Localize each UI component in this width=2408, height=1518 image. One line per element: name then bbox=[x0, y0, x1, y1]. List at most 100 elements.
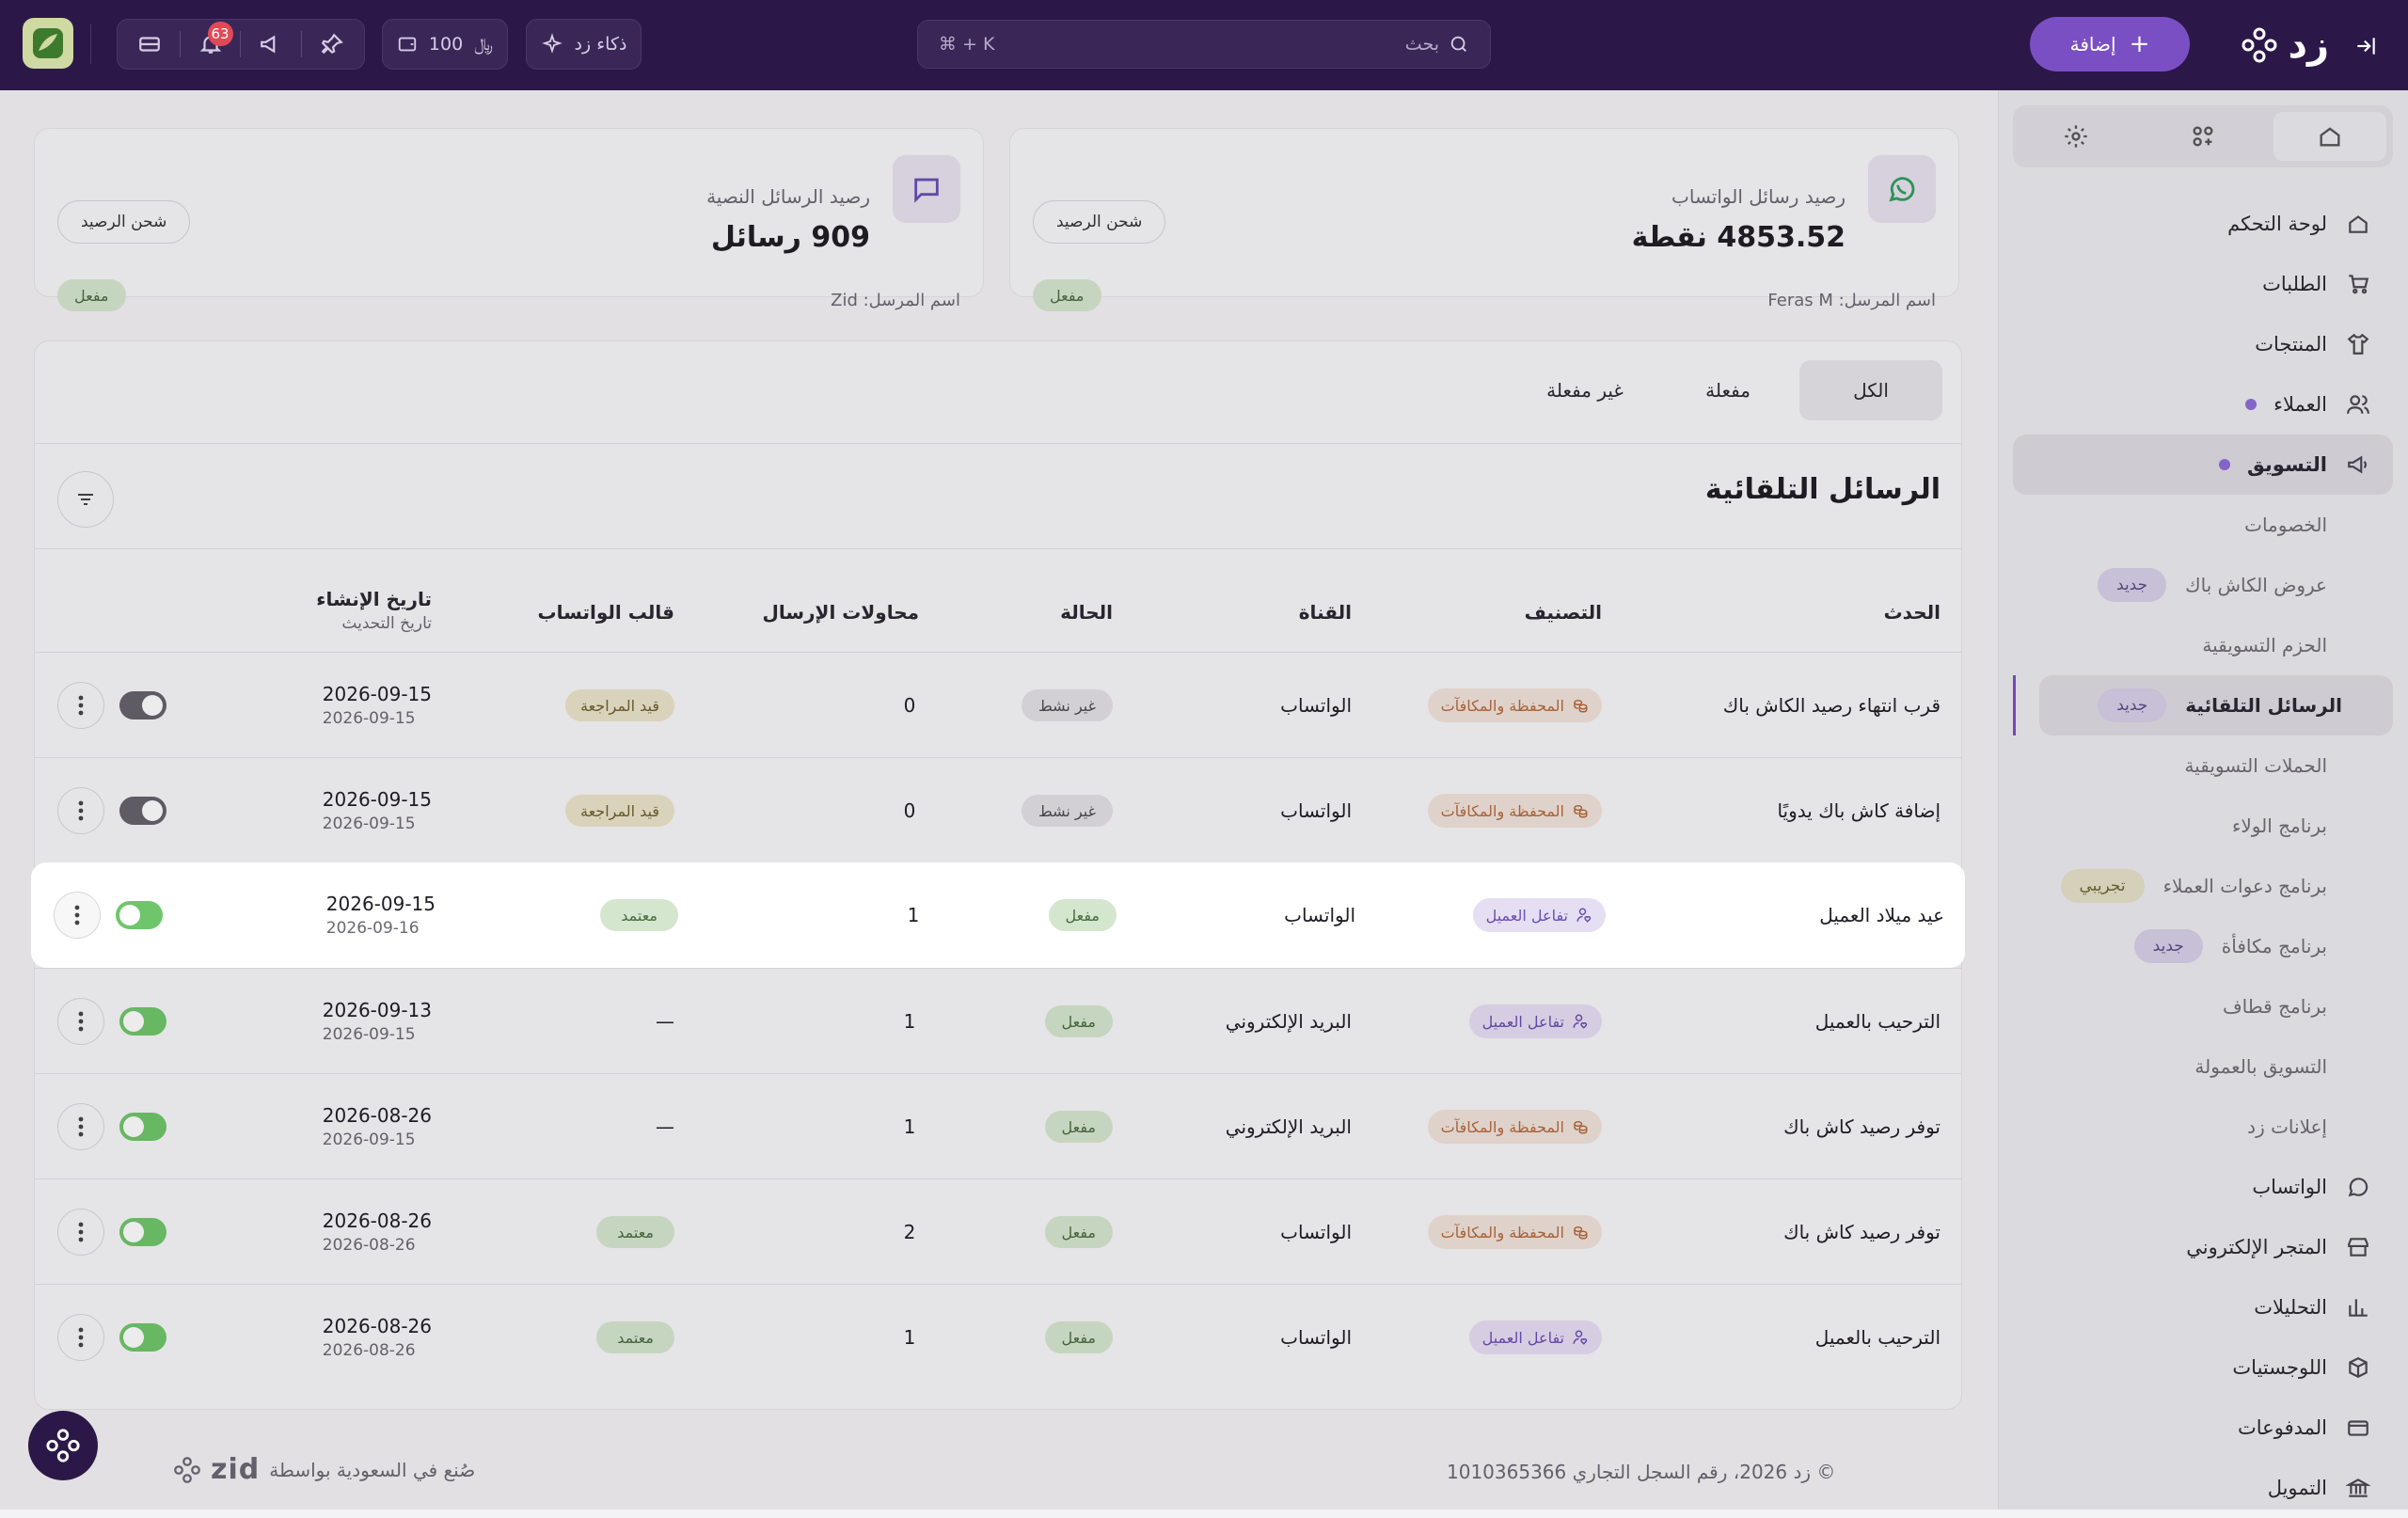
apps-icon[interactable] bbox=[2147, 112, 2259, 161]
zid-ai-button[interactable]: ذكاء زد bbox=[526, 19, 642, 70]
sidebar-item-analytics[interactable]: التحليلات bbox=[2013, 1277, 2393, 1337]
bell-icon[interactable]: 63 bbox=[192, 22, 233, 63]
event-name: إضافة كاش باك يدويًا bbox=[1777, 799, 1941, 822]
sidebar-item-label: الواتساب bbox=[2252, 1176, 2327, 1198]
sidebar-item-store[interactable]: المتجر الإلكتروني bbox=[2013, 1217, 2393, 1277]
sidebar-item-orders[interactable]: الطلبات bbox=[2013, 254, 2393, 314]
table-row[interactable]: توفر رصيد كاش باك المحفظة والمكافآت البريد… bbox=[35, 1073, 1961, 1178]
sidebar-item-logistics[interactable]: اللوجستيات bbox=[2013, 1337, 2393, 1398]
active-toggle[interactable] bbox=[119, 797, 166, 825]
megaphone-icon bbox=[2344, 451, 2372, 479]
help-chat-button[interactable] bbox=[28, 1411, 98, 1480]
sidebar-item-payments[interactable]: المدفوعات bbox=[2013, 1398, 2393, 1458]
sidebar-sub-label: الحزم التسويقية bbox=[2202, 634, 2327, 656]
new-badge: جديد bbox=[2133, 929, 2203, 963]
sidebar-sub-loyalty[interactable]: برنامج الولاء bbox=[2013, 796, 2393, 856]
channel-cell: الواتساب bbox=[1280, 694, 1352, 717]
more-options-icon[interactable] bbox=[54, 892, 101, 939]
channel-cell: الواتساب bbox=[1280, 1221, 1352, 1243]
toggle-cell bbox=[119, 1285, 166, 1390]
sidebar-item-financing[interactable]: التمويل bbox=[2013, 1458, 2393, 1518]
tab-disabled[interactable]: غير مفعلة bbox=[1513, 360, 1656, 420]
bank-icon bbox=[2344, 1474, 2372, 1502]
sidebar-sub-qitaf[interactable]: برنامج قطاف bbox=[2013, 976, 2393, 1036]
toggle-cell bbox=[116, 862, 163, 968]
more-options-icon[interactable] bbox=[57, 1314, 104, 1361]
more-options-icon[interactable] bbox=[57, 998, 104, 1045]
sidebar-item-whatsapp[interactable]: الواتساب bbox=[2013, 1157, 2393, 1217]
collapse-sidebar-icon[interactable] bbox=[2350, 30, 2382, 62]
search-input[interactable]: ⌘ + K بحث bbox=[917, 20, 1491, 69]
pin-icon[interactable] bbox=[313, 25, 351, 63]
tab-enabled[interactable]: مفعلة bbox=[1656, 360, 1799, 420]
sidebar-sub-discounts[interactable]: الخصومات bbox=[2013, 495, 2393, 555]
table-row[interactable]: الترحيب بالعميل تفاعل العميل الواتساب مفعل 1… bbox=[35, 1284, 1961, 1389]
toggle-cell bbox=[119, 1074, 166, 1179]
active-toggle[interactable] bbox=[119, 1113, 166, 1141]
sidebar-sub-ads[interactable]: إعلانات زد bbox=[2013, 1097, 2393, 1157]
storefront-icon bbox=[2344, 1233, 2372, 1261]
sidebar-sub-rewards[interactable]: برنامج مكافأة جديد bbox=[2013, 916, 2393, 976]
template-badge: معتمد bbox=[596, 1216, 674, 1248]
sidebar-sub-bundles[interactable]: الحزم التسويقية bbox=[2013, 615, 2393, 675]
sidebar-nav: لوحة التحكم الطلبات المنتجات العملاء الت… bbox=[2013, 194, 2393, 1518]
sms-charge-button[interactable]: شحن الرصيد bbox=[57, 200, 191, 244]
created-date: 2026-09-13 bbox=[322, 999, 432, 1021]
brand-logo[interactable]: زد bbox=[2241, 21, 2329, 70]
sidebar-item-marketing[interactable]: التسويق bbox=[2013, 435, 2393, 495]
status-badge: مفعل bbox=[1044, 1321, 1113, 1353]
box-icon bbox=[2344, 1353, 2372, 1382]
table-row[interactable]: الترحيب بالعميل تفاعل العميل البريد الإلكت… bbox=[35, 968, 1961, 1073]
settings-icon[interactable] bbox=[2020, 112, 2132, 161]
tab-all[interactable]: الكل bbox=[1799, 360, 1942, 420]
active-toggle[interactable] bbox=[116, 901, 163, 929]
active-toggle[interactable] bbox=[119, 691, 166, 719]
divider bbox=[35, 443, 1961, 444]
sidebar-item-products[interactable]: المنتجات bbox=[2013, 314, 2393, 374]
more-options-icon[interactable] bbox=[57, 682, 104, 729]
table-row[interactable]: إضافة كاش باك يدويًا المحفظة والمكافآت الو… bbox=[35, 757, 1961, 862]
filter-button[interactable] bbox=[57, 471, 114, 528]
active-toggle[interactable] bbox=[119, 1007, 166, 1036]
sidebar-sub-referral[interactable]: برنامج دعوات العملاء تجريبي bbox=[2013, 856, 2393, 916]
sidebar-sub-campaigns[interactable]: الحملات التسويقية bbox=[2013, 735, 2393, 796]
sidebar-sub-label: برنامج قطاف bbox=[2222, 995, 2327, 1018]
made-in-label: صُنع في السعودية بواسطة bbox=[269, 1458, 476, 1481]
coins-icon bbox=[1574, 700, 1588, 713]
event-name: عيد ميلاد العميل bbox=[1819, 904, 1944, 926]
attempts-cell: 1 bbox=[903, 1010, 916, 1033]
store-logo[interactable] bbox=[23, 18, 73, 69]
wallet-button[interactable]: 100 ﷼ bbox=[382, 19, 508, 70]
wallet-icon bbox=[398, 37, 417, 52]
table-row[interactable]: عيد ميلاد العميل تفاعل العميل الواتساب مفعل… bbox=[31, 862, 1965, 968]
more-options-icon[interactable] bbox=[57, 787, 104, 834]
template-badge: قيد المراجعة bbox=[565, 795, 674, 827]
event-name: توفر رصيد كاش باك bbox=[1783, 1221, 1941, 1243]
add-button[interactable]: + إضافة bbox=[2030, 17, 2190, 71]
new-indicator-dot bbox=[2218, 459, 2230, 470]
more-options-icon[interactable] bbox=[57, 1103, 104, 1150]
whatsapp-charge-button[interactable]: شحن الرصيد bbox=[1033, 200, 1166, 244]
category-cell: المحفظة والمكافآت bbox=[1427, 653, 1602, 758]
users-icon bbox=[2344, 390, 2372, 419]
table-row[interactable]: توفر رصيد كاش باك المحفظة والمكافآت الواتس… bbox=[35, 1178, 1961, 1284]
category-badge: تفاعل العميل bbox=[1472, 898, 1606, 932]
megaphone-icon[interactable] bbox=[252, 25, 290, 63]
sidebar-item-customers[interactable]: العملاء bbox=[2013, 374, 2393, 435]
attempts-cell: 1 bbox=[903, 1115, 916, 1138]
more-options-icon[interactable] bbox=[57, 1209, 104, 1256]
table-row[interactable]: قرب انتهاء رصيد الكاش باك المحفظة والمكاف… bbox=[35, 652, 1961, 757]
user-heart-icon bbox=[1576, 908, 1592, 923]
chat-bubble-icon bbox=[893, 155, 960, 223]
category-badge: المحفظة والمكافآت bbox=[1427, 1215, 1602, 1249]
active-toggle[interactable] bbox=[119, 1323, 166, 1352]
store-front-icon[interactable] bbox=[131, 25, 168, 63]
sidebar-sub-auto-messages[interactable]: الرسائل التلقائية جديد bbox=[2013, 675, 2393, 735]
home-icon[interactable] bbox=[2273, 112, 2386, 161]
active-toggle[interactable] bbox=[119, 1218, 166, 1246]
sidebar-sub-cashback[interactable]: عروض الكاش باك جديد bbox=[2013, 555, 2393, 615]
sidebar-item-dashboard[interactable]: لوحة التحكم bbox=[2013, 194, 2393, 254]
category-label: المحفظة والمكافآت bbox=[1440, 801, 1564, 820]
sidebar-sub-affiliate[interactable]: التسويق بالعمولة bbox=[2013, 1036, 2393, 1097]
category-badge: المحفظة والمكافآت bbox=[1427, 794, 1602, 828]
